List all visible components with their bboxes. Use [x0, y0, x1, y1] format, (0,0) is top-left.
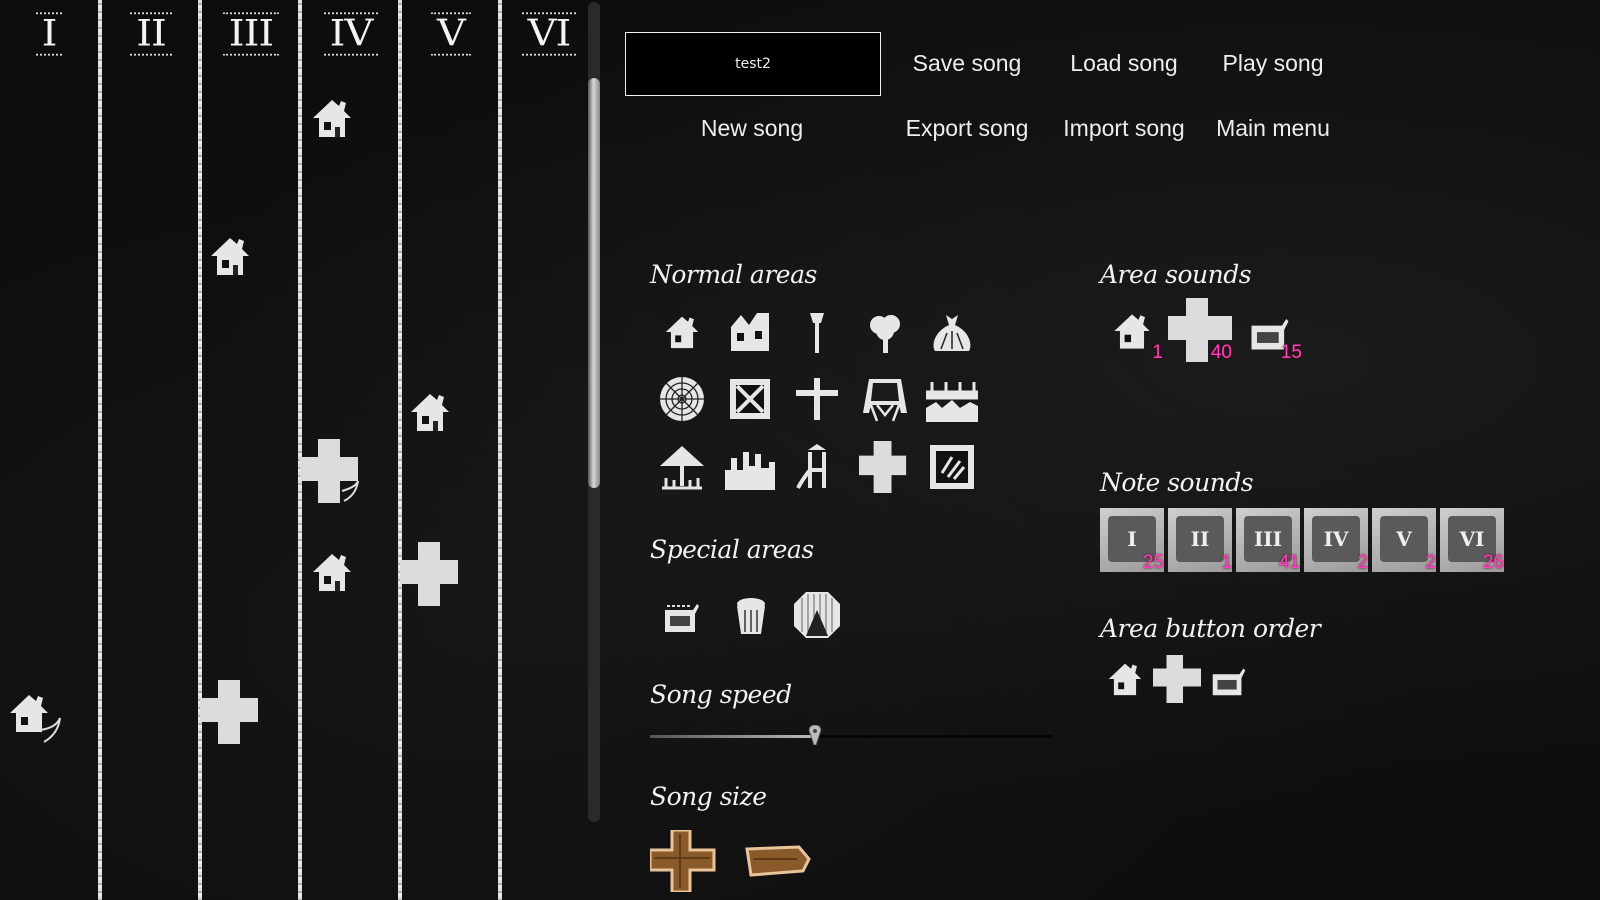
decrease-size-button[interactable] — [745, 845, 811, 877]
sound-count-badge: 40 — [1210, 342, 1232, 363]
column-header-3: III — [202, 8, 300, 60]
column-label: VI — [521, 12, 577, 56]
umbrella-icon[interactable] — [655, 440, 709, 494]
song-speed-title: Song speed — [650, 680, 792, 709]
placed-house-icon[interactable] — [300, 86, 364, 150]
placed-cross-icon[interactable] — [200, 680, 264, 744]
placed-cross-icon[interactable] — [400, 542, 464, 606]
sound-count-badge: 1 — [1221, 552, 1232, 573]
web-icon[interactable] — [655, 372, 709, 426]
factory-icon[interactable] — [723, 305, 777, 359]
sack-icon[interactable] — [925, 305, 979, 359]
minus-plank-icon — [745, 845, 811, 877]
tree-icon[interactable] — [858, 305, 912, 359]
note-label: II — [1176, 516, 1224, 562]
column-label: IV — [323, 12, 379, 56]
city-icon[interactable] — [723, 440, 777, 494]
song-grid[interactable]: I II III IV V VI — [0, 0, 590, 900]
sound-count-badge: 41 — [1278, 552, 1300, 573]
increase-size-button[interactable] — [650, 830, 716, 892]
skirt-icon[interactable] — [858, 372, 912, 426]
column-divider — [398, 0, 402, 900]
load-song-button[interactable]: Load song — [1070, 50, 1177, 77]
import-song-button[interactable]: Import song — [1063, 115, 1184, 142]
playground-icon[interactable] — [790, 440, 844, 494]
cart-icon[interactable] — [655, 588, 709, 642]
plus-plank-icon — [650, 830, 716, 892]
note-label: IV — [1312, 516, 1360, 562]
sound-count-badge: 2 — [1425, 552, 1436, 573]
tower-icon[interactable] — [790, 305, 844, 359]
column-header-2: II — [102, 8, 200, 60]
note-sound-III[interactable]: III 41 — [1236, 508, 1300, 573]
new-song-button[interactable]: New song — [701, 115, 803, 142]
grid-scrollbar[interactable] — [588, 2, 600, 822]
sound-count-badge: 1 — [1152, 342, 1163, 363]
note-sound-V[interactable]: V2 — [1372, 508, 1436, 573]
crate-icon[interactable] — [723, 372, 777, 426]
placed-house-icon[interactable] — [398, 380, 462, 444]
fence-icon[interactable] — [925, 372, 979, 426]
column-label: I — [35, 12, 63, 56]
column-header-1: I — [0, 8, 98, 60]
slider-knob-icon[interactable] — [808, 725, 822, 745]
sound-count-badge: 26 — [1482, 552, 1504, 573]
column-divider — [98, 0, 102, 900]
basket-icon[interactable] — [723, 588, 777, 642]
special-areas-title: Special areas — [650, 535, 814, 564]
column-header-6: VI — [500, 8, 598, 60]
main-menu-button[interactable]: Main menu — [1216, 115, 1330, 142]
column-divider — [498, 0, 502, 900]
house-icon[interactable] — [655, 305, 709, 359]
note-label: V — [1380, 516, 1428, 562]
tent-icon[interactable] — [790, 588, 844, 642]
song-speed-slider[interactable] — [650, 725, 1052, 745]
placed-house-icon[interactable] — [198, 224, 262, 288]
song-name-input[interactable]: test2 — [625, 32, 881, 96]
area-sound-cart[interactable]: 15 — [1238, 300, 1302, 363]
export-song-button[interactable]: Export song — [906, 115, 1029, 142]
note-sound-II[interactable]: II 1 — [1168, 508, 1232, 573]
song-size-title: Song size — [650, 782, 767, 811]
note-sound-IV[interactable]: IV 2 — [1304, 508, 1368, 573]
order-house-icon[interactable] — [1100, 654, 1150, 704]
order-cart-icon[interactable] — [1204, 654, 1254, 704]
area-sound-plus-block[interactable]: 40 — [1168, 298, 1232, 363]
sound-count-badge: 25 — [1142, 552, 1164, 573]
song-name-value: test2 — [735, 56, 771, 72]
column-label: II — [130, 12, 172, 56]
area-sound-house[interactable]: 1 — [1101, 300, 1163, 363]
plus-block-icon[interactable] — [858, 440, 912, 494]
column-divider — [198, 0, 202, 900]
normal-areas-title: Normal areas — [650, 260, 817, 289]
cross-grave-icon[interactable] — [790, 372, 844, 426]
placed-cross-icon[interactable] — [300, 439, 364, 504]
sound-count-badge: 15 — [1280, 342, 1302, 363]
column-header-5: V — [402, 8, 500, 60]
area-button-order-title: Area button order — [1100, 614, 1321, 643]
column-label: V — [431, 12, 471, 56]
area-sounds-title: Area sounds — [1100, 260, 1252, 289]
order-plus-block-icon[interactable] — [1152, 654, 1202, 704]
play-song-button[interactable]: Play song — [1222, 50, 1323, 77]
column-label: III — [222, 12, 280, 56]
slider-fill — [650, 735, 815, 738]
note-sound-I[interactable]: I 25 — [1100, 508, 1164, 573]
note-sound-VI[interactable]: VI 26 — [1440, 508, 1504, 573]
sound-count-badge: 2 — [1357, 552, 1368, 573]
column-header-4: IV — [302, 8, 400, 60]
note-sounds-title: Note sounds — [1100, 468, 1254, 497]
scrollbar-thumb[interactable] — [588, 78, 600, 488]
placed-house-icon[interactable] — [300, 540, 364, 604]
placed-house-icon[interactable] — [4, 686, 68, 750]
window-icon[interactable] — [925, 440, 979, 494]
save-song-button[interactable]: Save song — [913, 50, 1022, 77]
